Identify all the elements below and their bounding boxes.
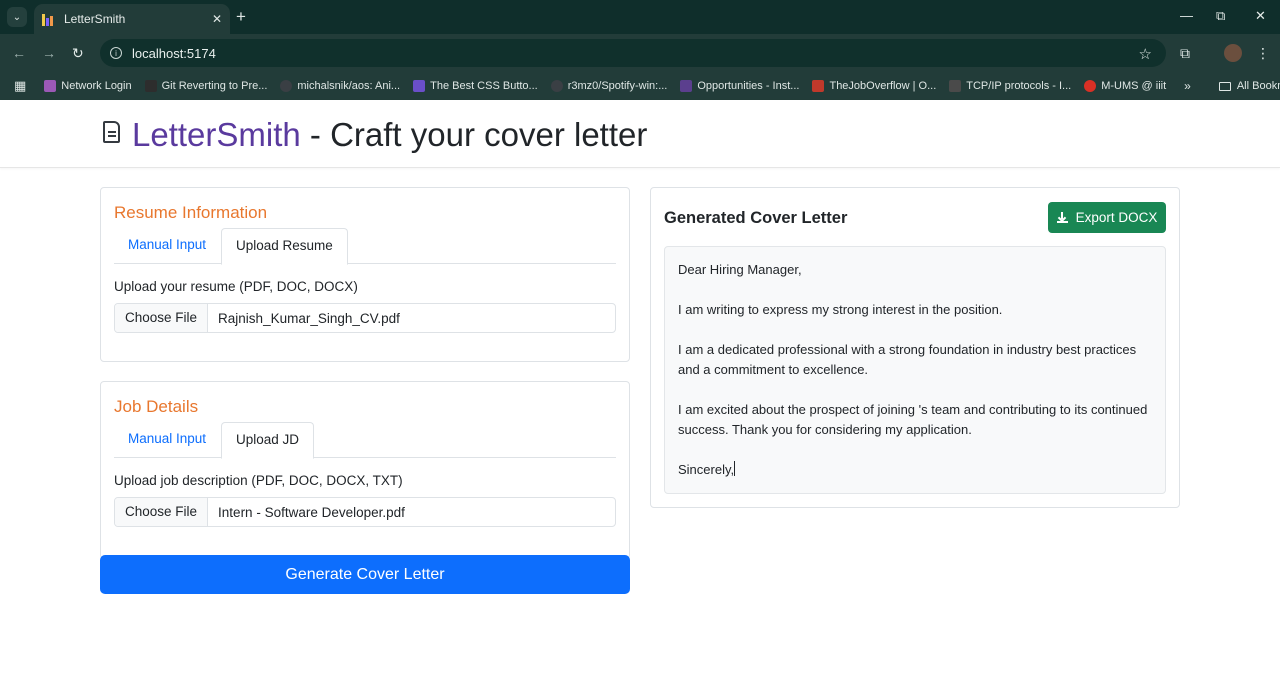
bookmark-favicon-icon	[144, 80, 157, 92]
export-docx-button[interactable]: Export DOCX	[1048, 202, 1166, 233]
bookmark-item[interactable]: M-UMS @ iiit	[1084, 80, 1166, 92]
letter-paragraph: I am a dedicated professional with a str…	[678, 342, 1137, 377]
bookmark-item[interactable]: The Best CSS Butto...	[413, 80, 538, 92]
tab-upload-jd[interactable]: Upload JD	[221, 422, 315, 459]
apps-grid-icon[interactable]: ▦	[14, 78, 26, 94]
letter-closing: Sincerely,	[678, 462, 735, 477]
bookmark-favicon-icon	[680, 80, 693, 92]
tab-search-button[interactable]: ⌄	[7, 7, 27, 27]
address-bar[interactable]: i localhost:5174 ☆	[100, 39, 1166, 67]
letter-closing-line: Sincerely,	[678, 460, 1152, 480]
profile-avatar[interactable]	[1224, 44, 1242, 62]
resume-tabs: Manual Input Upload Resume	[114, 228, 616, 265]
generated-letter-card: Generated Cover Letter Export DOCX Dear …	[650, 187, 1180, 508]
resume-file-input[interactable]: Choose File Rajnish_Kumar_Singh_CV.pdf	[114, 303, 616, 333]
export-docx-label: Export DOCX	[1075, 210, 1158, 225]
new-tab-icon[interactable]: +	[236, 8, 246, 26]
letter-paragraph: I am writing to express my strong intere…	[678, 302, 1003, 317]
url-text: localhost:5174	[132, 45, 216, 61]
browser-toolbar: ← → ↻ i localhost:5174 ☆ ⧉ ⋮	[0, 34, 1280, 72]
job-tabs: Manual Input Upload JD	[114, 422, 616, 459]
bookmark-item[interactable]: r3mz0/Spotify-win:...	[550, 80, 667, 92]
tab-job-manual-input[interactable]: Manual Input	[114, 422, 220, 458]
bookmark-item[interactable]: Opportunities - Inst...	[680, 80, 799, 92]
forward-icon[interactable]: →	[42, 45, 56, 61]
site-info-icon[interactable]: i	[110, 47, 122, 59]
job-details-card: Job Details Manual Input Upload JD Uploa…	[100, 381, 630, 559]
cover-letter-editor[interactable]: Dear Hiring Manager, I am writing to exp…	[664, 246, 1166, 494]
app-header: LetterSmith - Craft your cover letter	[0, 100, 1280, 168]
reload-icon[interactable]: ↻	[72, 45, 84, 61]
bookmarks-bar: ▦ Network Login Git Reverting to Pre... …	[0, 72, 1280, 100]
bookmark-star-icon[interactable]: ☆	[1139, 45, 1152, 63]
bookmark-item[interactable]: Network Login	[44, 80, 132, 92]
job-section-title: Job Details	[114, 397, 199, 416]
letter-paragraph: I am excited about the prospect of joini…	[678, 402, 1148, 437]
text-caret	[734, 461, 736, 476]
download-icon	[1056, 212, 1068, 223]
page-subtitle: - Craft your cover letter	[300, 116, 648, 153]
choose-file-button[interactable]: Choose File	[115, 498, 209, 526]
bookmark-favicon-icon	[949, 80, 962, 92]
github-icon	[550, 80, 563, 92]
browser-tabstrip: ⌄ LetterSmith ✕ + — ⧉ ✕	[0, 0, 1280, 34]
tab-title: LetterSmith	[64, 12, 126, 26]
bookmark-favicon-icon	[44, 80, 57, 92]
close-window-icon[interactable]: ✕	[1255, 9, 1266, 23]
github-icon	[280, 80, 293, 92]
resume-card: Resume Information Manual Input Upload R…	[100, 187, 630, 362]
bookmark-item[interactable]: michalsnik/aos: Ani...	[280, 80, 400, 92]
resume-section-title: Resume Information	[114, 203, 268, 222]
choose-file-button[interactable]: Choose File	[115, 304, 209, 332]
selected-file-name: Rajnish_Kumar_Singh_CV.pdf	[218, 310, 400, 326]
tab-upload-resume[interactable]: Upload Resume	[221, 228, 348, 265]
menu-icon[interactable]: ⋮	[1256, 45, 1270, 61]
back-icon[interactable]: ←	[12, 45, 26, 61]
brand-name: LetterSmith	[132, 116, 301, 153]
bookmark-item[interactable]: Git Reverting to Pre...	[144, 80, 267, 92]
more-bookmarks-icon[interactable]: »	[1184, 79, 1191, 93]
all-bookmarks-button[interactable]: All Bookmarks	[1218, 80, 1280, 92]
bookmark-favicon-icon	[413, 80, 426, 92]
tab-resume-manual-input[interactable]: Manual Input	[114, 228, 220, 264]
bookmark-favicon-icon	[812, 80, 825, 92]
minimize-icon[interactable]: —	[1180, 9, 1193, 23]
jd-upload-label: Upload job description (PDF, DOC, DOCX, …	[114, 473, 403, 488]
browser-tab[interactable]: LetterSmith ✕	[34, 4, 230, 34]
bookmark-item[interactable]: TCP/IP protocols - I...	[949, 80, 1071, 92]
page-title: LetterSmith - Craft your cover letter	[132, 115, 647, 155]
selected-file-name: Intern - Software Developer.pdf	[218, 504, 405, 520]
letter-greeting: Dear Hiring Manager,	[678, 262, 802, 277]
bookmark-favicon-icon	[1084, 80, 1097, 92]
close-tab-icon[interactable]: ✕	[212, 12, 222, 26]
generated-letter-title: Generated Cover Letter	[664, 209, 848, 227]
jd-file-input[interactable]: Choose File Intern - Software Developer.…	[114, 497, 616, 527]
generate-cover-letter-button[interactable]: Generate Cover Letter	[100, 555, 630, 594]
lettersmith-favicon-icon	[42, 12, 56, 26]
bookmark-item[interactable]: TheJobOverflow | O...	[812, 80, 936, 92]
document-icon	[103, 121, 120, 143]
folder-icon	[1218, 81, 1231, 91]
restore-icon[interactable]: ⧉	[1216, 9, 1225, 23]
resume-upload-label: Upload your resume (PDF, DOC, DOCX)	[114, 279, 358, 294]
extensions-icon[interactable]: ⧉	[1180, 45, 1190, 61]
